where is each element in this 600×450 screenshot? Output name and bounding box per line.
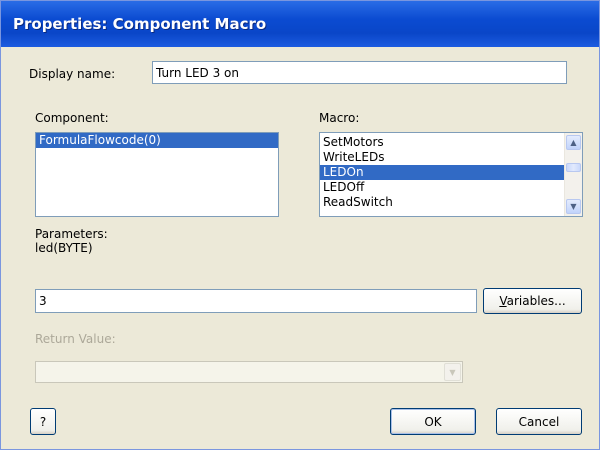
- parameters-label: Parameters:: [35, 227, 108, 241]
- component-listbox[interactable]: FormulaFlowcode(0): [35, 132, 279, 217]
- cancel-button[interactable]: Cancel: [496, 408, 582, 435]
- list-item[interactable]: LEDOn: [320, 165, 564, 180]
- help-button[interactable]: ?: [30, 408, 56, 435]
- list-item[interactable]: WriteLEDs: [320, 150, 564, 165]
- list-item[interactable]: SetMotors: [320, 135, 564, 150]
- scroll-down-icon[interactable]: ▼: [566, 199, 581, 214]
- cancel-button-label: Cancel: [518, 414, 560, 429]
- display-name-value: Turn LED 3 on: [156, 65, 239, 80]
- parameters-value: 3: [39, 294, 47, 308]
- parameters-signature: led(BYTE): [35, 241, 93, 255]
- scroll-thumb[interactable]: [566, 163, 581, 172]
- help-button-label: ?: [39, 414, 47, 429]
- display-name-label: Display name:: [29, 67, 116, 81]
- ok-button-label: OK: [424, 414, 442, 429]
- return-value-label: Return Value:: [35, 332, 116, 346]
- list-item[interactable]: ReadSwitch: [320, 195, 564, 210]
- chevron-down-icon: ▼: [444, 363, 461, 381]
- display-name-input[interactable]: Turn LED 3 on: [152, 61, 567, 84]
- return-value-combo: ▼: [35, 361, 463, 383]
- window-title: Properties: Component Macro: [13, 15, 267, 33]
- parameters-input[interactable]: 3: [35, 289, 477, 313]
- title-bar[interactable]: Properties: Component Macro: [1, 1, 599, 47]
- component-label: Component:: [35, 111, 109, 125]
- scroll-up-icon[interactable]: ▲: [566, 135, 581, 150]
- list-item[interactable]: FormulaFlowcode(0): [36, 133, 278, 148]
- variables-button[interactable]: Variables...: [483, 288, 582, 314]
- properties-dialog: Properties: Component Macro Display name…: [0, 0, 600, 450]
- ok-button[interactable]: OK: [390, 408, 476, 435]
- list-item[interactable]: LEDOff: [320, 180, 564, 195]
- macro-scrollbar[interactable]: ▲ ▼: [564, 133, 582, 216]
- macro-label: Macro:: [319, 111, 360, 125]
- macro-listbox[interactable]: SetMotors WriteLEDs LEDOn LEDOff ReadSwitch …: [319, 132, 583, 217]
- variables-button-label: Variables...: [499, 294, 566, 308]
